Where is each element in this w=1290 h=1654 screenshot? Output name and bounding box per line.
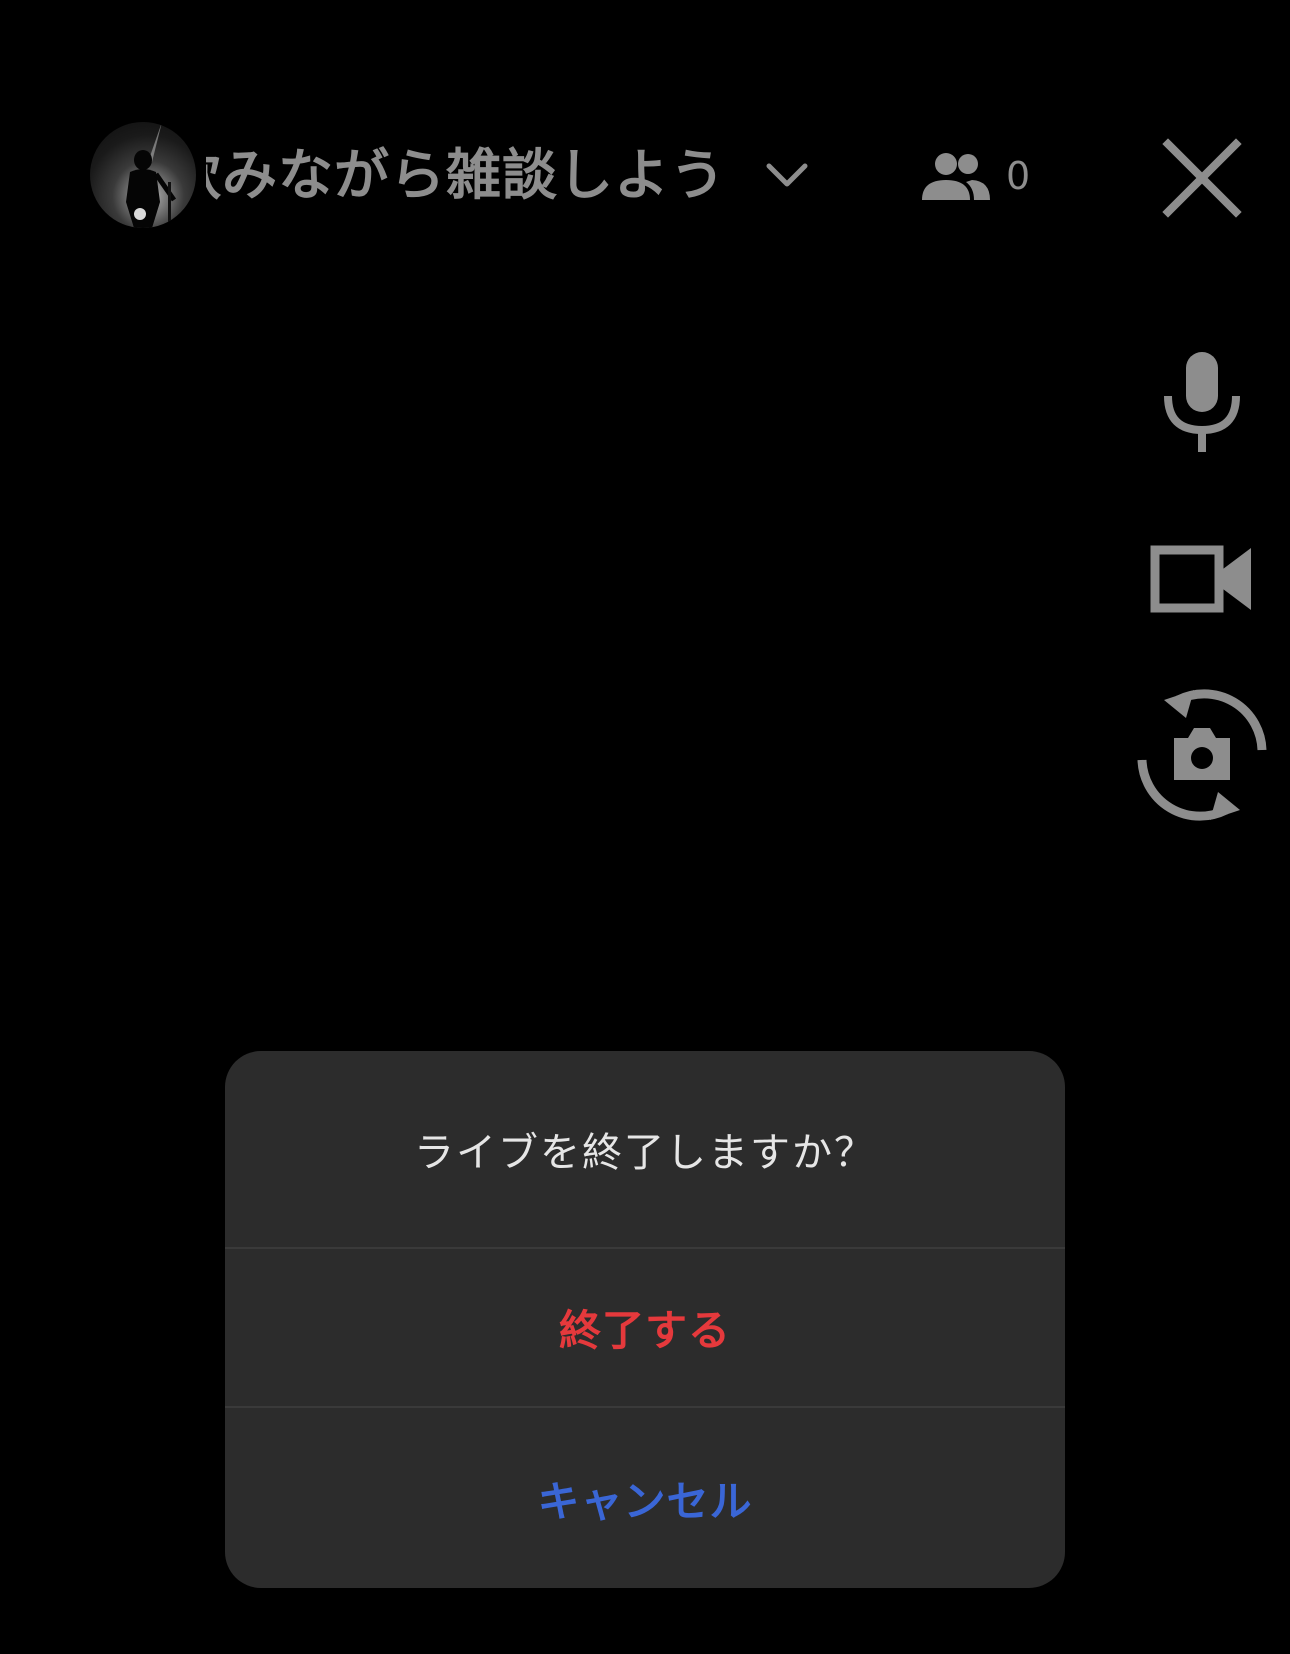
switch-camera-icon[interactable] [1136,688,1268,822]
dialog-title: ライブを終了しますか？ [414,1130,876,1176]
chevron-down-icon[interactable] [765,160,809,190]
avatar-silhouette [126,122,177,228]
close-icon[interactable] [1160,136,1244,220]
end-live-dialog: ライブを終了しますか？ 終了する キャンセル [225,1051,1065,1588]
user-avatar[interactable] [90,122,196,228]
microphone-icon[interactable] [1160,350,1244,454]
live-stream-screen: 飲みながら雑談しよう 0 ライブを終了しますか？ 終了する キャンセル [0,0,1290,1654]
stream-title: 飲みながら雑談しよう [206,143,726,207]
viewer-count: 0 [1006,154,1031,198]
stream-title-container[interactable]: 飲みながら雑談しよう [206,140,726,210]
end-live-button[interactable]: 終了する [225,1249,1065,1406]
video-camera-icon[interactable] [1150,544,1254,614]
cancel-button[interactable]: キャンセル [225,1408,1065,1588]
people-icon [922,153,990,200]
